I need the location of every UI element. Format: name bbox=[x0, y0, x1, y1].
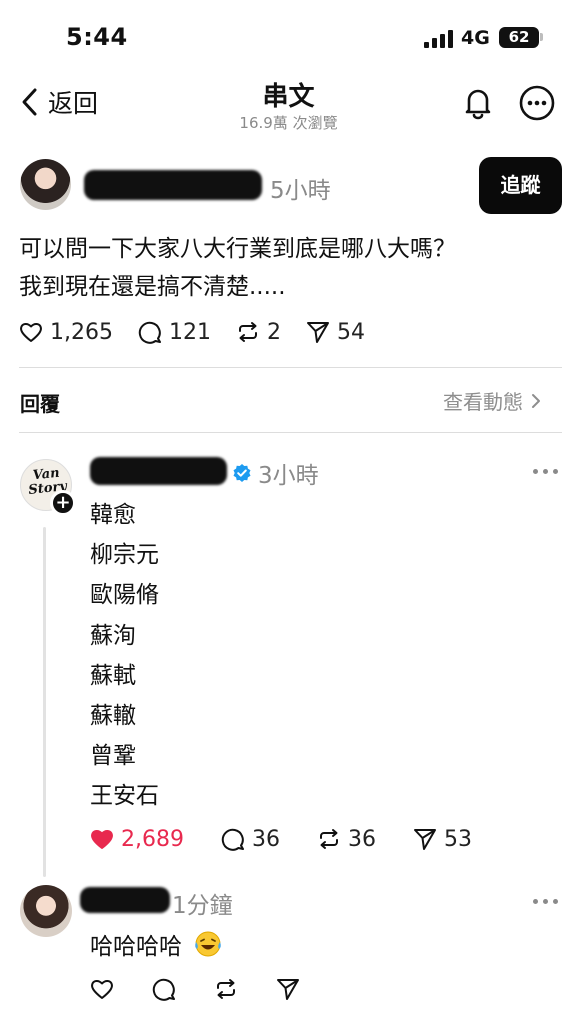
view-activity-link[interactable]: 查看動態 bbox=[443, 386, 541, 415]
reply-text-line: 曾鞏 bbox=[90, 743, 136, 770]
reply-author-avatar[interactable] bbox=[20, 885, 72, 937]
verified-icon bbox=[233, 464, 251, 482]
replies-label: 回覆 bbox=[20, 392, 60, 416]
more-icon[interactable] bbox=[533, 466, 559, 476]
laughing-emoji-icon bbox=[195, 931, 222, 957]
reply-text-line: 歐陽脩 bbox=[90, 582, 159, 609]
plus-icon[interactable]: + bbox=[50, 490, 76, 516]
post-text-line: 可以問一下大家八大行業到底是哪八大嗎？ bbox=[19, 236, 456, 262]
repost-icon bbox=[238, 322, 257, 342]
battery-icon: 62 bbox=[499, 27, 539, 48]
reply-text-line: 蘇轍 bbox=[90, 703, 136, 730]
follow-button[interactable]: 追蹤 bbox=[479, 157, 562, 214]
view-activity-label: 查看動態 bbox=[443, 390, 523, 414]
network-label: 4G bbox=[461, 27, 490, 49]
reply-text-line: 蘇軾 bbox=[90, 662, 136, 689]
divider bbox=[19, 367, 562, 368]
repost-count: 36 bbox=[347, 826, 376, 852]
reply-text-content: 哈哈哈哈 bbox=[90, 934, 182, 960]
comment-count: 36 bbox=[251, 826, 280, 852]
share-icon bbox=[277, 979, 299, 1000]
share-count: 54 bbox=[336, 319, 365, 345]
thread-line bbox=[43, 527, 46, 877]
comment-button[interactable]: 121 bbox=[137, 319, 211, 345]
comment-icon bbox=[138, 321, 161, 344]
reply-text-line: 蘇洵 bbox=[90, 622, 136, 649]
reply-time: 3小時 bbox=[258, 463, 319, 489]
redacted-username bbox=[80, 887, 170, 913]
comment-button[interactable]: 36 bbox=[220, 826, 280, 852]
like-count: 1,265 bbox=[50, 319, 113, 345]
like-button[interactable]: 1,265 bbox=[18, 319, 113, 345]
reply-text: 哈哈哈哈 bbox=[90, 927, 223, 961]
status-time: 5:44 bbox=[66, 23, 128, 51]
bell-icon[interactable] bbox=[460, 84, 496, 120]
post-actions: 1,265 121 2 54 bbox=[18, 319, 389, 345]
share-icon bbox=[306, 322, 329, 343]
comment-button[interactable] bbox=[151, 976, 177, 1002]
post-text-line: 我到現在還是搞不清楚..... bbox=[19, 274, 286, 300]
chevron-right-icon bbox=[532, 393, 540, 408]
redacted-username bbox=[90, 457, 227, 485]
like-button[interactable]: 2,689 bbox=[89, 826, 184, 852]
repost-button[interactable] bbox=[213, 976, 239, 1002]
share-icon bbox=[413, 829, 436, 850]
divider bbox=[19, 432, 562, 433]
post-text: 可以問一下大家八大行業到底是哪八大嗎？ 我到現在還是搞不清楚..... bbox=[19, 230, 559, 306]
repost-button[interactable]: 2 bbox=[235, 319, 281, 345]
reply-actions bbox=[89, 976, 337, 1002]
more-icon[interactable] bbox=[518, 84, 556, 122]
heart-icon bbox=[91, 829, 113, 849]
comment-icon bbox=[152, 978, 175, 1001]
reply-text-line: 王安石 bbox=[90, 783, 159, 810]
like-count: 2,689 bbox=[121, 826, 184, 852]
reply-text: 韓愈 柳宗元 歐陽脩 蘇洵 蘇軾 蘇轍 曾鞏 王安石 bbox=[90, 495, 159, 817]
repost-count: 2 bbox=[266, 319, 281, 345]
share-button[interactable]: 53 bbox=[412, 826, 472, 852]
status-bar: 5:44 4G 62 bbox=[0, 0, 577, 74]
post-author-avatar[interactable] bbox=[20, 159, 71, 210]
heart-icon bbox=[20, 322, 42, 342]
reply-text-line: 柳宗元 bbox=[90, 542, 159, 569]
repost-button[interactable]: 36 bbox=[316, 826, 376, 852]
battery-tip bbox=[540, 33, 543, 41]
comment-icon bbox=[221, 828, 244, 851]
repost-icon bbox=[217, 979, 235, 999]
reply-actions: 2,689 36 36 53 bbox=[89, 826, 496, 852]
share-count: 53 bbox=[443, 826, 472, 852]
reply-time: 1分鐘 bbox=[172, 893, 233, 919]
redacted-username bbox=[84, 170, 262, 200]
heart-icon bbox=[91, 979, 113, 999]
signal-icon bbox=[424, 30, 454, 48]
post-time: 5小時 bbox=[270, 178, 331, 204]
like-button[interactable] bbox=[89, 976, 115, 1002]
repost-icon bbox=[319, 829, 338, 849]
share-button[interactable] bbox=[275, 976, 301, 1002]
reply-text-line: 韓愈 bbox=[90, 502, 136, 528]
comment-count: 121 bbox=[168, 319, 211, 345]
more-icon[interactable] bbox=[533, 896, 559, 906]
share-button[interactable]: 54 bbox=[305, 319, 365, 345]
